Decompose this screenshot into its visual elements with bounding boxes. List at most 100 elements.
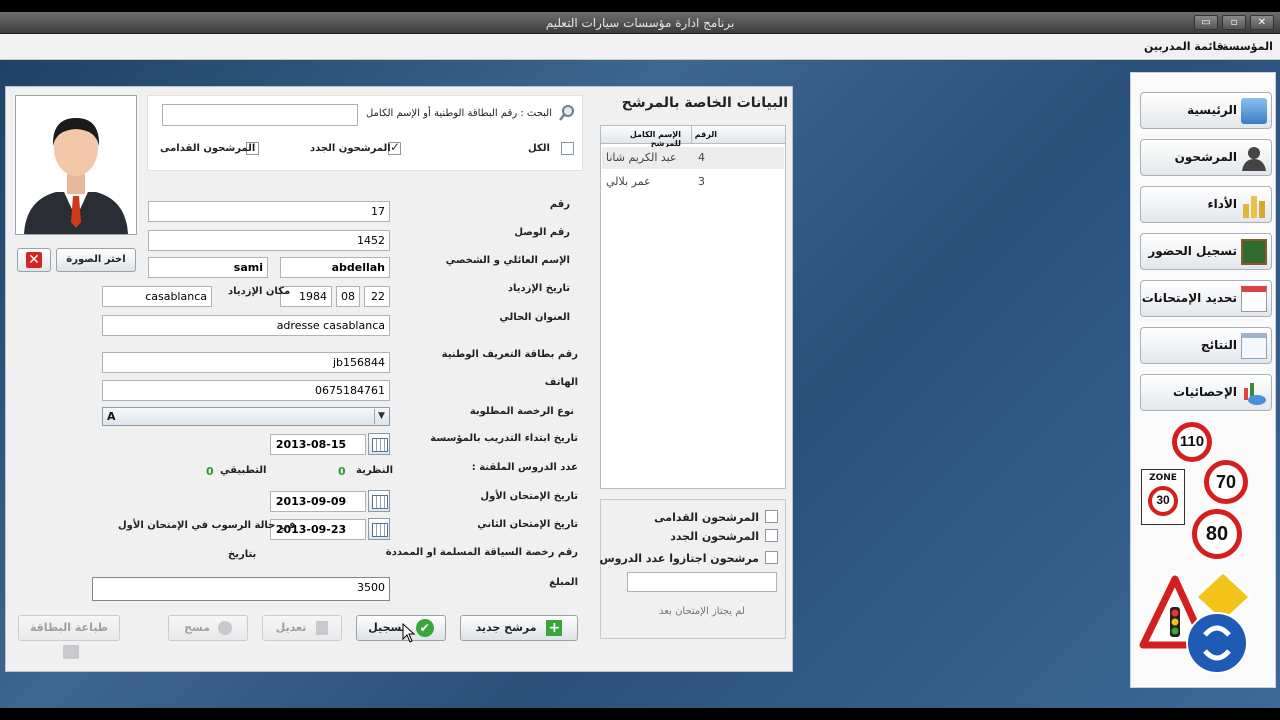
nav-results-label: النتائج	[1200, 338, 1237, 352]
menu-trainers[interactable]: قائمة المدربين	[1144, 34, 1224, 60]
table-row[interactable]: 3 عمر بلالي	[602, 171, 784, 193]
nav-exams-label: تحديد الإمتحانات	[1141, 291, 1237, 305]
exam2-calendar-icon[interactable]	[368, 518, 390, 540]
side-filter-old-checkbox[interactable]	[765, 510, 778, 523]
number-label: رقم	[549, 199, 570, 210]
printer-icon	[63, 645, 79, 659]
chevron-down-icon[interactable]: ▼	[374, 409, 388, 424]
address-input[interactable]: adresse casablanca	[102, 315, 390, 336]
blackboard-icon	[1241, 239, 1267, 265]
search-icon	[558, 104, 576, 122]
new-candidate-button[interactable]: مرشح جديد +	[460, 615, 578, 641]
edit-label: تعديل	[275, 621, 307, 634]
column-id[interactable]: الرقم	[695, 130, 717, 139]
choose-photo-button[interactable]: اختر الصورة	[56, 248, 136, 272]
practice-label: التطبيقي	[220, 465, 267, 476]
side-filter-old-label: المرشحون القدامى	[654, 511, 759, 524]
print-card-button[interactable]: طباعة البطاقة	[18, 615, 120, 659]
nav-home-button[interactable]: الرئيسية	[1140, 92, 1272, 129]
amount-input[interactable]: 3500	[92, 577, 390, 601]
search-input[interactable]	[162, 104, 358, 126]
speed-limit-sign: 80	[1192, 509, 1242, 559]
window-title: برنامج ادارة مؤسسات سيارات التعليم	[545, 16, 735, 30]
birth-month-input[interactable]: 08	[336, 286, 360, 307]
exam1-input[interactable]: 2013-09-09	[270, 491, 366, 512]
side-filters-panel: المرشحون القدامى المرشحون الجدد مرشحون ا…	[599, 499, 786, 639]
table-header: الرقم الإسم الكامل للمرشح	[601, 126, 785, 148]
plus-icon: +	[546, 620, 563, 636]
license-date-label: بتاريخ	[228, 549, 257, 560]
receipt-label: رقم الوصل	[514, 227, 570, 238]
phone-input[interactable]: 0675184761	[102, 380, 390, 401]
cin-input[interactable]: jb156844	[102, 352, 390, 373]
save-button[interactable]: تسجيل ✔	[356, 615, 446, 641]
exam2-label: تاريخ الإمتحان الثاني	[477, 519, 578, 530]
number-input[interactable]: 17	[148, 201, 390, 222]
birth-place-input[interactable]: casablanca	[102, 286, 212, 307]
start-date-calendar-icon[interactable]	[368, 433, 390, 455]
delete-icon: ✕	[26, 252, 42, 268]
nav-payments-button[interactable]: الأداء	[1140, 186, 1272, 223]
close-window-button[interactable]: ✕	[1250, 15, 1274, 30]
speed-limit-sign: 110	[1172, 422, 1212, 462]
license-type-select[interactable]: A ▼	[102, 407, 390, 426]
side-filter-new-label: المرشحون الجدد	[670, 530, 759, 543]
minimize-button[interactable]: ▭	[1194, 15, 1218, 30]
filter-new-label: المرشحون الجدد	[310, 143, 391, 154]
coins-icon	[1241, 192, 1267, 218]
nav-results-button[interactable]: النتائج	[1140, 327, 1272, 364]
remove-photo-button[interactable]: ✕	[17, 248, 51, 272]
last-name-input[interactable]: abdellah	[280, 257, 390, 278]
speed-limit-sign: 70	[1204, 460, 1248, 504]
row-id: 4	[698, 151, 705, 164]
theory-count: 0	[338, 465, 346, 478]
receipt-input[interactable]: 1452	[148, 230, 390, 251]
edit-button[interactable]: تعديل	[262, 615, 342, 641]
exam2-note: في حالة الرسوب في الإمتحان الأول	[118, 520, 296, 531]
exam1-calendar-icon[interactable]	[368, 490, 390, 512]
table-row[interactable]: 4 عبد الكريم شانا	[602, 147, 784, 169]
nav-home-label: الرئيسية	[1187, 103, 1237, 117]
nav-exams-button[interactable]: تحديد الإمتحانات	[1140, 280, 1272, 317]
chart-icon	[1241, 380, 1267, 406]
filter-all-label: الكل	[528, 143, 550, 154]
candidate-form: ✕ اختر الصورة البحث : رقم البطاقة الوطني…	[5, 86, 793, 672]
nav-statistics-button[interactable]: الإحصائيات	[1140, 374, 1272, 411]
bottom-edge	[0, 708, 1280, 720]
license-type-label: نوع الرخصة المطلوبة	[469, 406, 574, 417]
navigation-panel: الرئيسية المرشحون الأداء تسجيل الحضور تح…	[1130, 72, 1276, 688]
home-icon	[1241, 98, 1267, 124]
nav-candidates-label: المرشحون	[1174, 150, 1237, 164]
cin-label: رقم بطاقة التعريف الوطنية	[441, 349, 578, 360]
candidate-photo	[15, 95, 137, 235]
maximize-button[interactable]: ▫	[1222, 15, 1246, 30]
row-name: عمر بلالي	[606, 175, 651, 188]
side-filter-passed-checkbox[interactable]	[765, 551, 778, 564]
start-date-input[interactable]: 2013-08-15	[270, 434, 366, 455]
address-label: العنوان الحالي	[499, 312, 570, 323]
birth-date-label: تاريخ الإزدياد	[507, 283, 570, 294]
print-card-label: طباعة البطاقة	[29, 621, 109, 634]
mouse-cursor-icon	[402, 623, 416, 643]
nav-statistics-label: الإحصائيات	[1173, 385, 1237, 399]
checkmark-icon: ✔	[415, 619, 434, 637]
nav-attendance-label: تسجيل الحضور	[1148, 244, 1237, 258]
side-filter-new-checkbox[interactable]	[765, 529, 778, 542]
menu-institution[interactable]: المؤسسة	[1222, 34, 1273, 60]
side-filter-note: لم يجتاز الإمتحان بعد	[659, 606, 745, 617]
candidates-table[interactable]: الرقم الإسم الكامل للمرشح 4 عبد الكريم ش…	[600, 125, 786, 489]
zone-speed: 30	[1148, 486, 1178, 516]
nav-candidates-button[interactable]: المرشحون	[1140, 139, 1272, 176]
delete-button[interactable]: مسح	[168, 615, 248, 641]
birth-day-input[interactable]: 22	[364, 286, 390, 307]
first-name-input[interactable]: sami	[148, 257, 268, 278]
start-date-label: تاريخ ابتداء التدريب بالمؤسسة	[430, 433, 578, 444]
filter-all-checkbox[interactable]	[561, 142, 574, 155]
filter-old-label: المرشحون القدامى	[160, 143, 256, 154]
column-name[interactable]: الإسم الكامل للمرشح	[601, 130, 681, 148]
nav-attendance-button[interactable]: تسجيل الحضور	[1140, 233, 1272, 270]
side-filter-input[interactable]	[627, 572, 777, 592]
zone-30-sign: ZONE 30	[1141, 469, 1185, 525]
warning-signs-icon	[1139, 573, 1254, 674]
calendar-icon	[1241, 286, 1267, 312]
